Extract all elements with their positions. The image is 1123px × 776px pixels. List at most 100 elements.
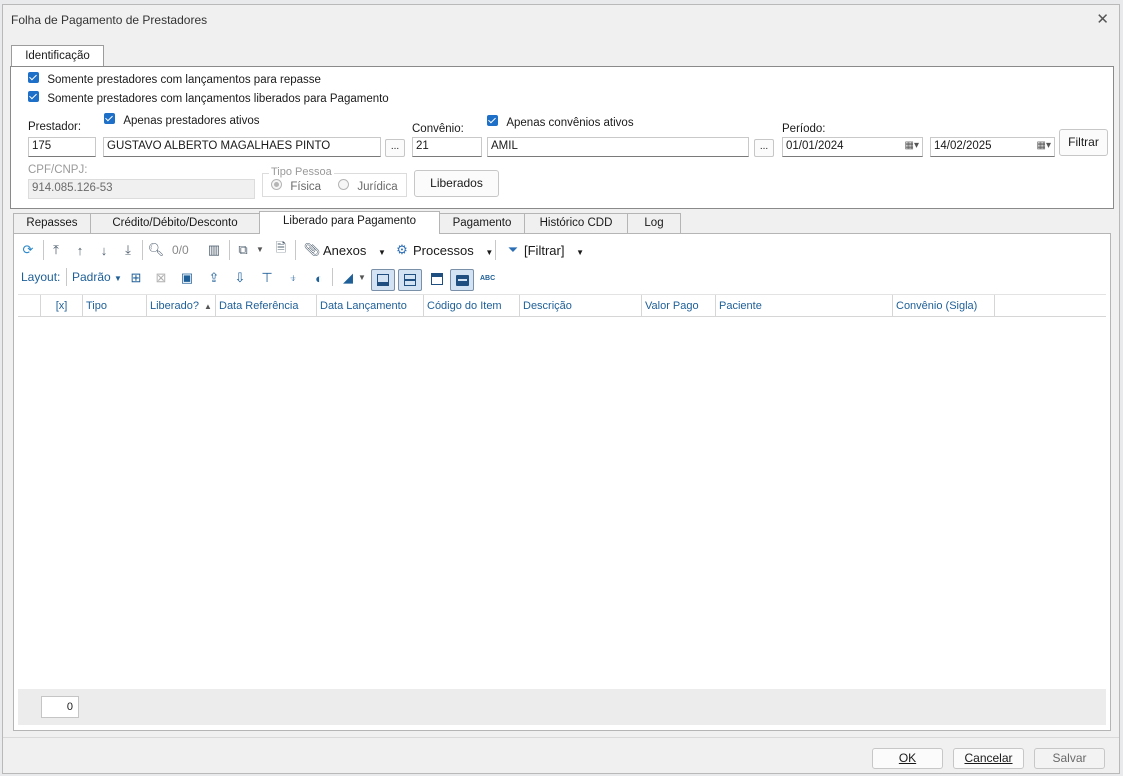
anexos-button[interactable]: Anexos ▼ [323, 243, 386, 258]
filtrar-toolbar-button[interactable]: [Filtrar] ▼ [524, 243, 584, 258]
checkbox-checked-icon [104, 113, 115, 124]
move-first-icon[interactable]: ⤒ [48, 242, 64, 258]
pin-icon[interactable]: ⊤ [259, 270, 275, 286]
convenio-code-input[interactable]: 21 [412, 137, 482, 157]
record-counter: 0/0 [172, 243, 189, 257]
filtrar-button[interactable]: Filtrar [1059, 129, 1108, 156]
bottom-divider [3, 737, 1119, 738]
chevron-down-icon: ▼ [485, 248, 494, 257]
cancel-button[interactable]: Cancelar [953, 748, 1024, 769]
processos-label: Processos [413, 243, 474, 258]
record-count: 0 [41, 696, 79, 718]
layout-icon [456, 275, 469, 286]
juridica-radio[interactable]: Jurídica [338, 179, 398, 193]
window-title: Folha de Pagamento de Prestadores [11, 13, 208, 27]
prestador-lookup-button[interactable]: ... [385, 139, 405, 157]
liberados-button[interactable]: Liberados [414, 170, 499, 197]
add-row-icon[interactable]: ⊞ [128, 270, 144, 286]
column-header-paciente[interactable]: Paciente [716, 295, 893, 317]
toolbar-separator [332, 268, 333, 286]
move-up-icon[interactable]: ↑ [72, 242, 88, 258]
export-dropdown-icon[interactable]: ▼ [256, 245, 264, 254]
move-down-icon[interactable]: ↓ [96, 242, 112, 258]
tab-label: Liberado para Pagamento [283, 215, 416, 227]
edit-row-icon[interactable]: ▣ [179, 270, 195, 286]
chevron-down-icon[interactable]: ▼ [358, 273, 366, 282]
cpf-label: CPF/CNPJ: [28, 164, 88, 176]
chart-icon[interactable]: ◢ [340, 270, 356, 286]
column-header-select[interactable]: [x] [41, 295, 83, 317]
close-icon[interactable]: ✕ [1096, 10, 1109, 28]
only-repasse-label: Somente prestadores com lançamentos para… [47, 74, 321, 86]
column-header-convenio-sigla[interactable]: Convênio (Sigla) [893, 295, 995, 317]
prestador-name-input[interactable]: GUSTAVO ALBERTO MAGALHAES PINTO [103, 137, 381, 157]
ok-button[interactable]: OK [872, 748, 943, 769]
column-header-descricao[interactable]: Descrição [520, 295, 642, 317]
import-down-icon[interactable]: ⇩ [232, 270, 248, 286]
column-header-codigo-item[interactable]: Código do Item [424, 295, 520, 317]
tab-label: Crédito/Débito/Desconto [112, 217, 238, 229]
chevron-down-icon: ▼ [378, 248, 386, 257]
layout-icon [431, 273, 443, 285]
column-header-data-referencia[interactable]: Data Referência [216, 295, 317, 317]
tab-log[interactable]: Log [627, 213, 681, 234]
document-icon[interactable]: 🗎︎ [273, 240, 289, 258]
calendar-dropdown-icon[interactable]: ▦▾ [1037, 140, 1051, 151]
save-button[interactable]: Salvar [1034, 748, 1105, 769]
apenas-convenios-checkbox[interactable]: Apenas convênios ativos [487, 115, 634, 129]
column-header-tipo[interactable]: Tipo [83, 295, 147, 317]
fisica-label: Física [290, 181, 322, 193]
periodo-start-input[interactable]: 01/01/2024 ▦▾ [782, 137, 923, 157]
tab-label: Repasses [26, 217, 78, 229]
view-mode-1-button[interactable] [371, 269, 395, 291]
tab-credito-debito[interactable]: Crédito/Débito/Desconto [90, 213, 260, 234]
delete-row-icon[interactable]: ⊠ [153, 270, 169, 286]
columns-icon[interactable]: ▥ [206, 242, 222, 258]
apenas-convenios-label: Apenas convênios ativos [506, 117, 634, 129]
column-header-data-lancamento[interactable]: Data Lançamento [317, 295, 424, 317]
grid-footer [18, 689, 1106, 725]
tab-liberado-pagamento[interactable]: Liberado para Pagamento [259, 211, 440, 234]
grid-body[interactable] [18, 317, 1106, 689]
layout-select[interactable]: Padrão ▼ [72, 270, 122, 284]
calendar-dropdown-icon[interactable]: ▦▾ [905, 140, 919, 151]
refresh-icon[interactable]: ⟳ [20, 242, 36, 258]
chevron-down-icon: ▼ [576, 248, 584, 257]
fisica-radio[interactable]: Física [271, 179, 321, 193]
prestador-code-input[interactable]: 175 [28, 137, 96, 157]
periodo-end-input[interactable]: 14/02/2025 ▦▾ [930, 137, 1055, 157]
unpin-icon[interactable]: ⍖ [285, 270, 301, 286]
toolbar-separator [229, 240, 230, 260]
grid-corner [18, 295, 41, 317]
view-mode-4-button[interactable] [450, 269, 474, 291]
periodo-end-value: 14/02/2025 [934, 140, 992, 152]
layout-label: Layout: [21, 270, 61, 284]
convenio-name-input[interactable]: AMIL [487, 137, 749, 157]
view-mode-2-button[interactable] [398, 269, 422, 291]
column-header-liberado[interactable]: Liberado? ▲ [147, 295, 216, 317]
only-liberados-checkbox[interactable]: Somente prestadores com lançamentos libe… [28, 91, 389, 105]
search-icon[interactable]: 🔍︎ [148, 242, 165, 258]
export-up-icon[interactable]: ⇪ [206, 270, 222, 286]
tab-identificacao-label: Identificação [25, 50, 90, 62]
export-icon[interactable]: ⧉ [235, 242, 251, 258]
shapes-icon[interactable]: ◐ [311, 270, 327, 286]
only-liberados-label: Somente prestadores com lançamentos libe… [47, 93, 389, 105]
sort-ascending-icon: ▲ [204, 302, 212, 311]
tab-identificacao[interactable]: Identificação [11, 45, 104, 67]
tab-historico-cdd[interactable]: Histórico CDD [524, 213, 628, 234]
tab-pagamento[interactable]: Pagamento [439, 213, 525, 234]
tab-repasses[interactable]: Repasses [13, 213, 91, 234]
convenio-lookup-button[interactable]: ... [754, 139, 774, 157]
view-mode-3-button[interactable] [426, 269, 448, 291]
layout-icon [404, 274, 416, 286]
only-repasse-checkbox[interactable]: Somente prestadores com lançamentos para… [28, 72, 321, 86]
apenas-prestadores-checkbox[interactable]: Apenas prestadores ativos [104, 113, 260, 127]
column-header-valor-pago[interactable]: Valor Pago [642, 295, 716, 317]
move-last-icon[interactable]: ⤓ [120, 242, 136, 258]
processos-button[interactable]: Processos ▼ [413, 243, 493, 258]
tab-label: Histórico CDD [539, 217, 613, 229]
spellcheck-icon[interactable]: ABC [480, 275, 495, 282]
chevron-down-icon: ▼ [114, 274, 122, 283]
periodo-start-value: 01/01/2024 [786, 140, 844, 152]
